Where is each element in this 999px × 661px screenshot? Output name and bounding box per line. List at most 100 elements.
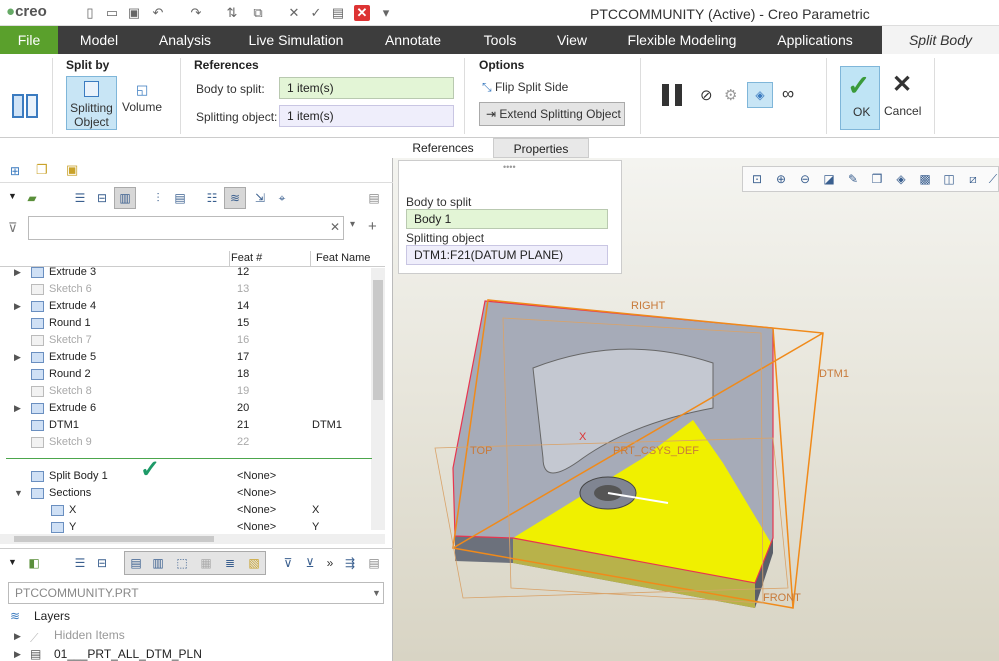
expand-arrow-icon[interactable]: ▶ — [14, 349, 21, 366]
expand-icon[interactable]: ☷ — [204, 190, 220, 206]
repaint-icon[interactable]: ◪ — [821, 171, 837, 187]
add-filter-icon[interactable]: + — [368, 218, 377, 235]
perspective-icon[interactable]: ▩ — [917, 171, 933, 187]
display-style-icon[interactable]: ✎ — [845, 171, 861, 187]
expand-arrow-icon[interactable]: ▶ — [14, 400, 21, 417]
tab-view[interactable]: View — [550, 26, 594, 54]
tree-view-icon[interactable]: ▥ — [114, 187, 136, 209]
list-icon[interactable]: ☰ — [72, 190, 88, 206]
save-icon[interactable]: ▣ — [126, 5, 142, 21]
expand-layer-icon[interactable]: ▶ — [14, 649, 21, 660]
layer-item[interactable]: 01___PRT_ALL_DTM_PLN — [54, 647, 202, 661]
layer-filter-icon[interactable]: ⊽ — [280, 555, 296, 571]
splitting-object-button[interactable]: Splitting Object — [66, 76, 117, 130]
layer-folder-icon[interactable]: ▧ — [246, 555, 262, 571]
pause-icon[interactable] — [662, 84, 669, 106]
tree-row[interactable]: DTM1 21 DTM1 — [0, 417, 385, 434]
close-windows-icon[interactable]: ✕ — [286, 5, 302, 21]
layer-doc-icon[interactable]: ▤ — [366, 555, 382, 571]
hidden-items[interactable]: Hidden Items — [54, 628, 125, 642]
col-feat-number[interactable]: Feat # — [229, 252, 262, 264]
layer-copy-icon[interactable]: ▦ — [198, 555, 214, 571]
collapse-icon[interactable]: ≋ — [224, 187, 246, 209]
tree-row[interactable]: ▶ Extrude 6 20 — [0, 400, 385, 417]
layer-icon[interactable]: ◧ — [26, 555, 42, 571]
tab-file[interactable]: File — [0, 26, 58, 54]
tree-columns-icon[interactable]: ⊟ — [94, 190, 110, 206]
body-to-split-field[interactable]: 1 item(s) — [279, 77, 454, 99]
tree-row[interactable]: Round 2 18 — [0, 366, 385, 383]
copy-icon[interactable]: ▤ — [330, 5, 346, 21]
datum-display-icon[interactable]: ⧄ — [965, 171, 981, 187]
tab-live-simulation[interactable]: Live Simulation — [244, 26, 348, 54]
filter-tree-icon[interactable]: ⫶ — [150, 190, 166, 206]
glasses-icon[interactable]: ∞ — [782, 84, 794, 104]
splitting-object-field[interactable]: 1 item(s) — [279, 105, 454, 127]
tab-split-body[interactable]: Split Body — [882, 26, 999, 54]
undo-icon[interactable]: ↶ — [150, 5, 166, 21]
layer-columns-icon[interactable]: ⊟ — [94, 555, 110, 571]
dropdown-chevron-icon[interactable]: ▼ — [372, 588, 381, 598]
tree-row[interactable]: Round 1 15 — [0, 315, 385, 332]
doc-icon[interactable]: ▤ — [366, 190, 382, 206]
tab-references[interactable]: References — [393, 138, 493, 158]
close-icon[interactable]: ✕ — [354, 5, 370, 21]
search-dropdown-icon[interactable]: ▾ — [350, 219, 355, 230]
tree-row-sections[interactable]: ▼ Sections <None> — [0, 485, 385, 502]
more-icon[interactable]: » — [322, 555, 338, 571]
tree-row[interactable]: Sketch 8 19 — [0, 383, 385, 400]
cancel-button[interactable]: ✕ Cancel — [884, 66, 924, 130]
tree-row[interactable]: Sketch 9 22 — [0, 434, 385, 451]
tab-annotate[interactable]: Annotate — [376, 26, 450, 54]
tab-properties[interactable]: Properties — [493, 138, 589, 158]
expand-hidden-icon[interactable]: ▶ — [14, 631, 21, 642]
zoom-out-icon[interactable]: ⊖ — [797, 171, 813, 187]
preview-icon[interactable]: ⚙ — [724, 86, 737, 104]
no-preview-icon[interactable]: ⊘ — [700, 86, 713, 104]
regenerate-icon[interactable]: ⇅ — [224, 5, 240, 21]
tree-hscrollbar[interactable] — [0, 534, 385, 544]
col-feat-name[interactable]: Feat Name — [316, 252, 370, 264]
verify-icon[interactable]: ◈ — [747, 82, 773, 108]
layer-model-dropdown[interactable]: PTCCOMMUNITY.PRT — [8, 582, 384, 604]
zoom-in-icon[interactable]: ⊕ — [773, 171, 789, 187]
tree-search-input[interactable] — [28, 216, 344, 240]
panel-body-field[interactable]: Body 1 — [406, 209, 608, 229]
tree-row[interactable]: Sketch 7 16 — [0, 332, 385, 349]
expand-arrow-icon[interactable]: ▶ — [14, 264, 21, 281]
tree-row[interactable]: ▶ Extrude 3 12 — [0, 264, 385, 281]
folder-tab-icon[interactable]: ❐ — [36, 162, 48, 178]
check-icon[interactable]: ✓ — [308, 5, 324, 21]
tree-row[interactable]: Sketch 6 13 — [0, 281, 385, 298]
view-manager-icon[interactable]: ◈ — [893, 171, 909, 187]
windows-icon[interactable]: ⧉ — [250, 5, 266, 21]
extend-splitting-object-toggle[interactable]: ⇥ Extend Splitting Object — [479, 102, 625, 126]
layer-list-icon[interactable]: ☰ — [72, 555, 88, 571]
new-icon[interactable]: ▯ — [82, 5, 98, 21]
redo-icon[interactable]: ↷ — [188, 5, 204, 21]
tab-model[interactable]: Model — [70, 26, 128, 54]
layer-settings-icon[interactable]: ⇶ — [342, 555, 358, 571]
tree-row-split-body[interactable]: Split Body 1 <None> ✓ — [0, 458, 385, 486]
layer-show-icon[interactable]: ▥ — [150, 555, 166, 571]
flip-split-side-button[interactable]: ⤡ Flip Split Side — [482, 80, 568, 95]
tab-analysis[interactable]: Analysis — [150, 26, 220, 54]
annotation-display-icon[interactable]: ⟋ — [985, 171, 999, 187]
tree-scrollbar[interactable] — [371, 268, 385, 530]
favorites-tab-icon[interactable]: ▣ — [66, 162, 78, 178]
tab-tools[interactable]: Tools — [476, 26, 524, 54]
tree-row[interactable]: ▶ Extrude 5 17 — [0, 349, 385, 366]
tree-row[interactable]: ▶ Extrude 4 14 — [0, 298, 385, 315]
refit-icon[interactable]: ⊡ — [749, 171, 765, 187]
model-tree-tab-icon[interactable]: ⊞ — [10, 164, 20, 178]
layer-stack-icon[interactable]: ≣ — [222, 555, 238, 571]
tree-body-icon[interactable]: ▰ — [24, 190, 40, 206]
tab-flexible-modeling[interactable]: Flexible Modeling — [622, 26, 742, 54]
open-icon[interactable]: ▭ — [104, 5, 120, 21]
link-icon[interactable]: ⇲ — [252, 190, 268, 206]
layer-isolate-icon[interactable]: ⬚ — [174, 555, 190, 571]
clear-search-icon[interactable]: ✕ — [330, 220, 340, 234]
tab-applications[interactable]: Applications — [768, 26, 862, 54]
section-icon[interactable]: ◫ — [941, 171, 957, 187]
expand-arrow-icon[interactable]: ▼ — [14, 485, 23, 502]
